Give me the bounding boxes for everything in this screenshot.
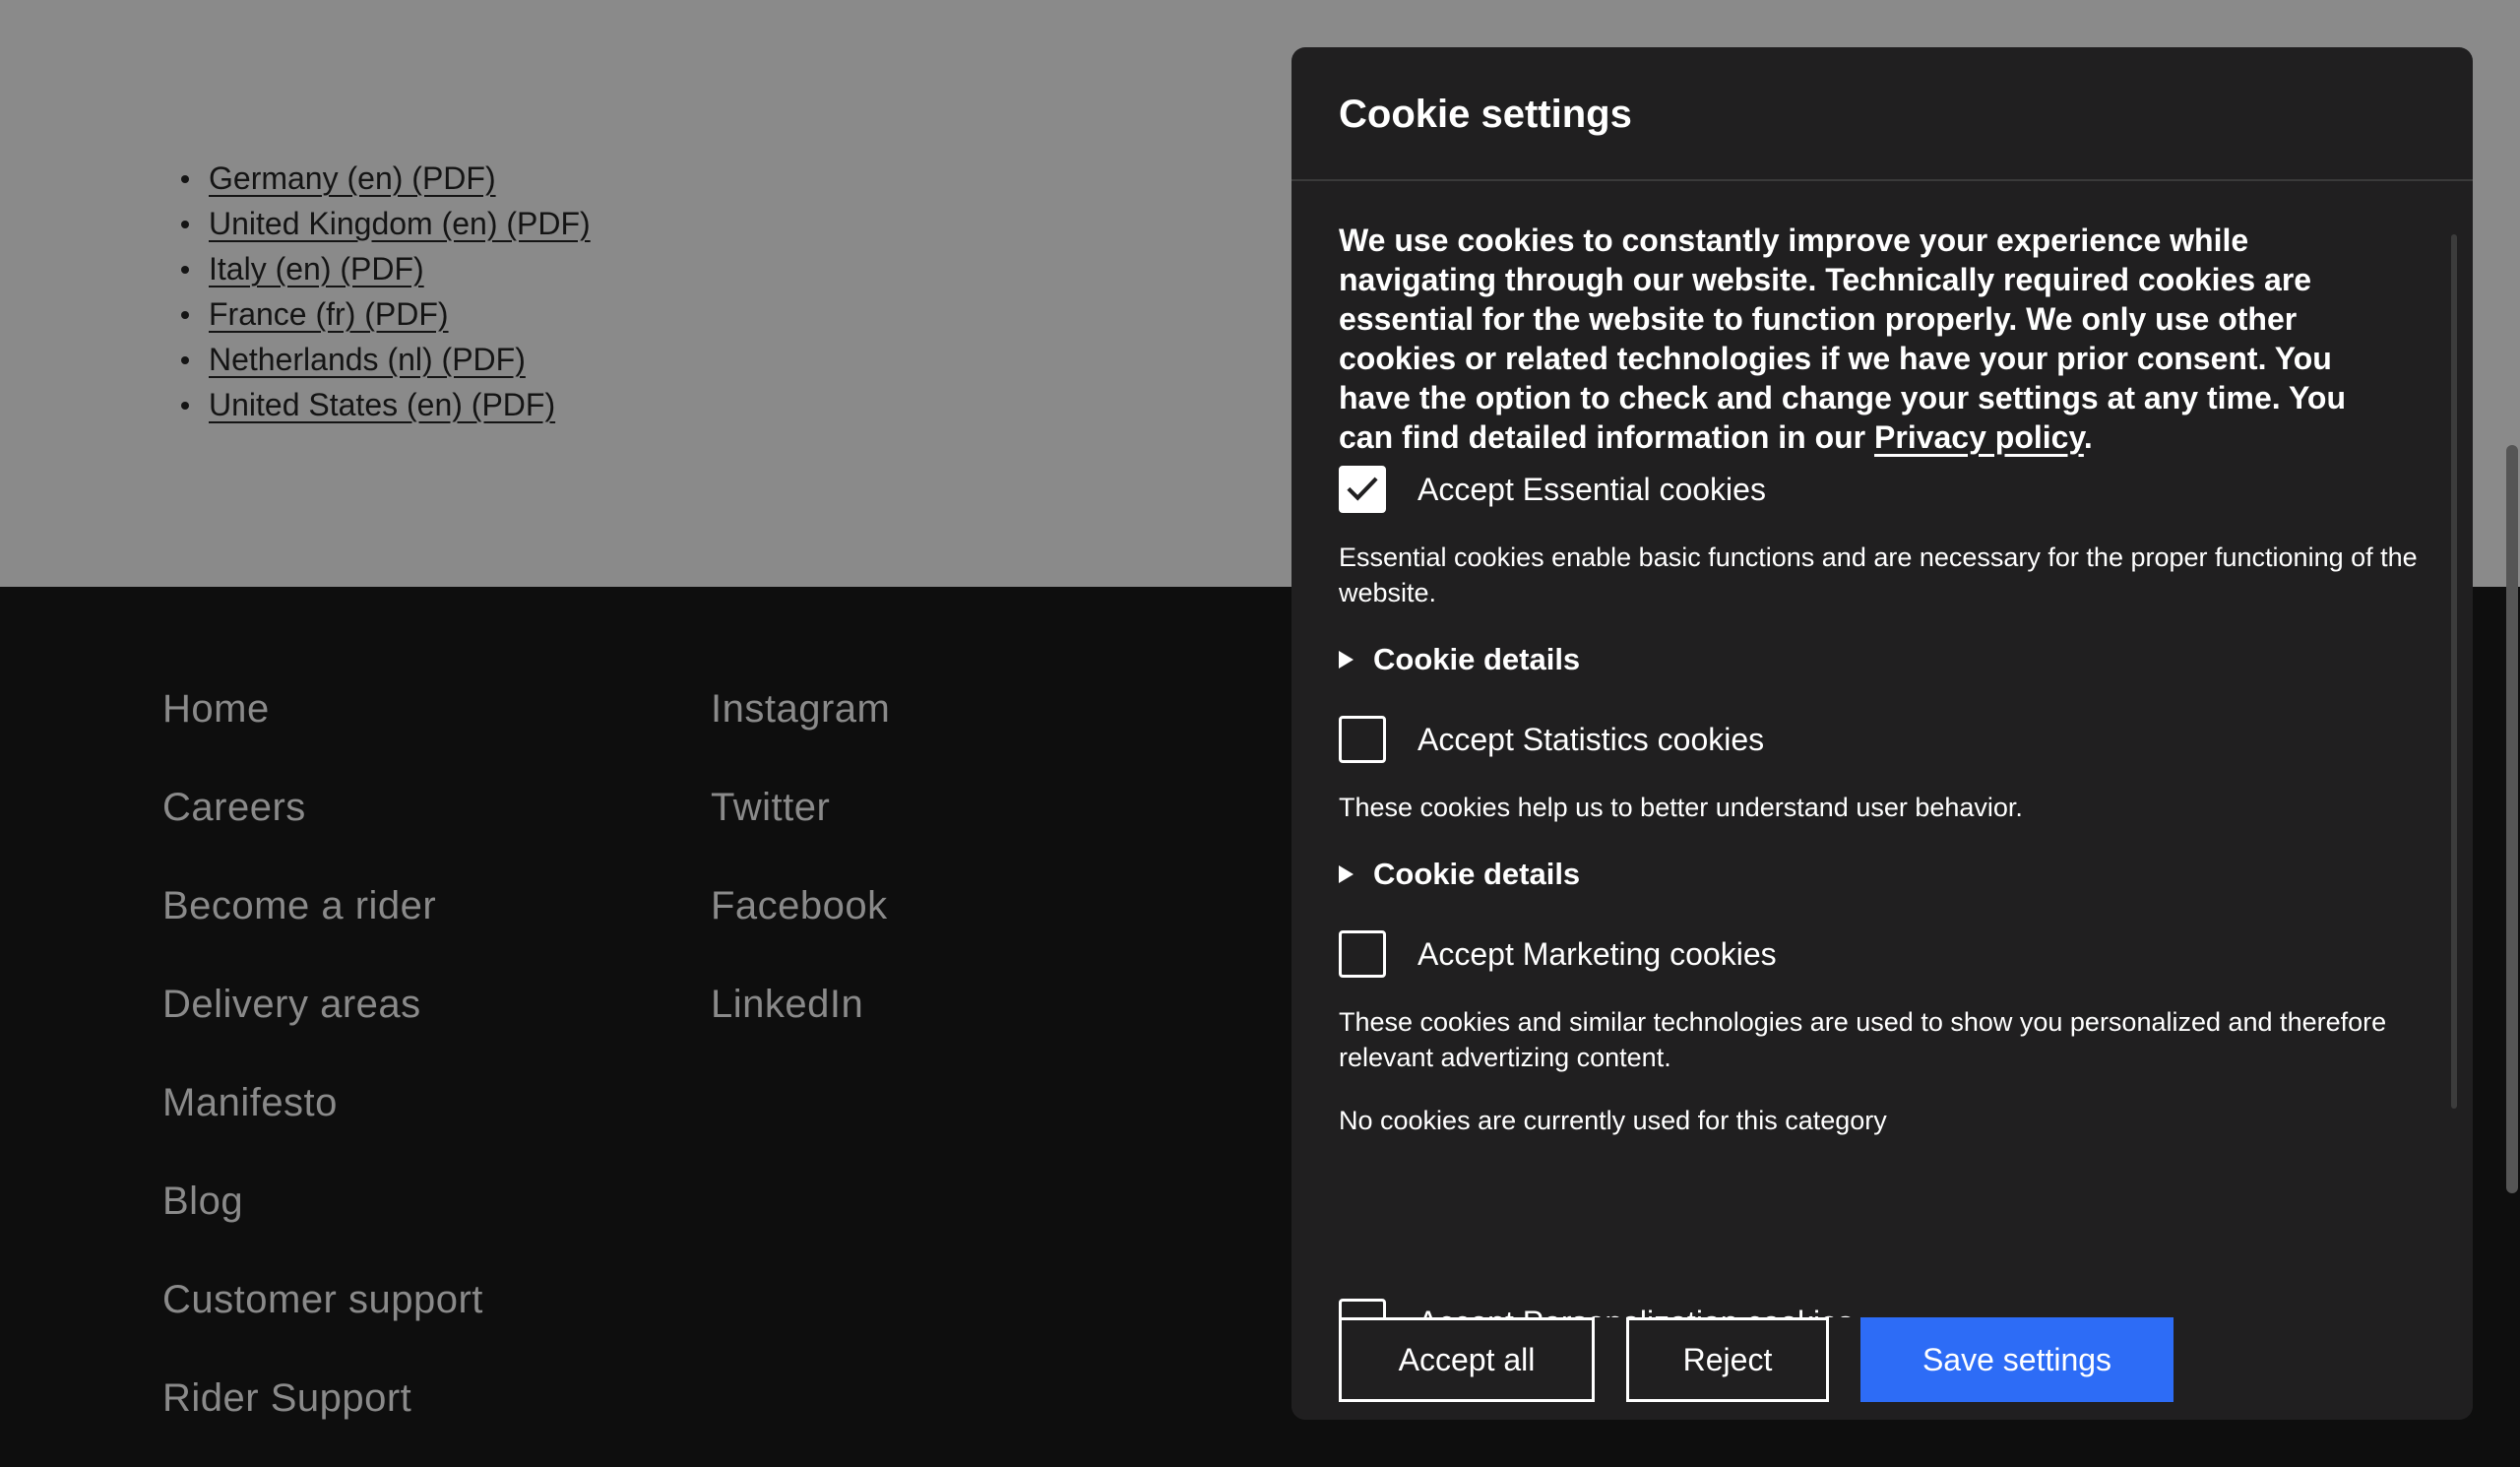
reject-button[interactable]: Reject [1626, 1317, 1829, 1402]
pdf-link-list: Germany (en) (PDF) United Kingdom (en) (… [181, 156, 591, 427]
marketing-cookies-section: Accept Marketing cookies These cookies a… [1339, 929, 2431, 1138]
intro-copy: We use cookies to constantly improve you… [1339, 223, 2347, 455]
footer-link-linkedin[interactable]: LinkedIn [711, 981, 890, 1079]
footer-link-home[interactable]: Home [162, 685, 483, 784]
footer-link-instagram[interactable]: Instagram [711, 685, 890, 784]
footer-link-blog[interactable]: Blog [162, 1178, 483, 1276]
list-item: United Kingdom (en) (PDF) [181, 201, 591, 246]
footer-link-facebook[interactable]: Facebook [711, 882, 890, 981]
dialog-footer: Accept all Reject Save settings [1292, 1317, 2473, 1420]
intro-text: We use cookies to constantly improve you… [1339, 221, 2402, 457]
personalization-clip: Accept Personalization cookies [1292, 1168, 2473, 1317]
footer-link-rider-support[interactable]: Rider Support [162, 1374, 483, 1467]
footer-link-delivery-areas[interactable]: Delivery areas [162, 981, 483, 1079]
pdf-link-italy[interactable]: Italy (en) (PDF) [209, 251, 424, 287]
footer-link-customer-support[interactable]: Customer support [162, 1276, 483, 1374]
intro-end: . [2083, 419, 2093, 455]
triangle-right-icon [1339, 651, 1354, 669]
cookie-details-label: Cookie details [1373, 642, 1581, 676]
marketing-cookies-note: No cookies are currently used for this c… [1339, 1106, 1887, 1135]
essential-cookie-details-toggle[interactable]: Cookie details [1339, 640, 2431, 679]
statistics-cookies-label: Accept Statistics cookies [1418, 722, 1765, 757]
pdf-link-united-states[interactable]: United States (en) (PDF) [209, 387, 555, 422]
dialog-title: Cookie settings [1339, 93, 1632, 136]
essential-cookies-checkbox[interactable] [1339, 466, 1386, 513]
statistics-cookies-section: Accept Statistics cookies These cookies … [1339, 715, 2431, 894]
list-item: France (fr) (PDF) [181, 291, 591, 337]
personalization-cookies-label: Accept Personalization cookies [1418, 1303, 1854, 1317]
marketing-cookies-label: Accept Marketing cookies [1418, 936, 1777, 972]
cookie-details-label: Cookie details [1373, 857, 1581, 891]
accept-all-button[interactable]: Accept all [1339, 1317, 1595, 1402]
footer-link-manifesto[interactable]: Manifesto [162, 1079, 483, 1178]
save-settings-button[interactable]: Save settings [1860, 1317, 2174, 1402]
footer-nav-column: Home Careers Become a rider Delivery are… [162, 685, 483, 1467]
statistics-cookies-checkbox[interactable] [1339, 716, 1386, 763]
list-item: Netherlands (nl) (PDF) [181, 337, 591, 382]
footer-link-become-rider[interactable]: Become a rider [162, 882, 483, 981]
footer-link-careers[interactable]: Careers [162, 784, 483, 882]
dialog-scrollbar[interactable] [2451, 234, 2457, 1109]
privacy-policy-link[interactable]: Privacy policy [1874, 419, 2084, 455]
statistics-cookie-details-toggle[interactable]: Cookie details [1339, 855, 2431, 894]
pdf-link-netherlands[interactable]: Netherlands (nl) (PDF) [209, 342, 526, 377]
footer-social-column: Instagram Twitter Facebook LinkedIn [711, 685, 890, 1079]
essential-cookies-row[interactable]: Accept Essential cookies [1339, 465, 2431, 514]
cookie-settings-dialog: Cookie settings We use cookies to consta… [1292, 47, 2473, 1420]
marketing-cookies-checkbox[interactable] [1339, 930, 1386, 978]
essential-cookies-section: Accept Essential cookies Essential cooki… [1339, 465, 2431, 679]
list-item: Germany (en) (PDF) [181, 156, 591, 201]
pdf-link-united-kingdom[interactable]: United Kingdom (en) (PDF) [209, 206, 591, 241]
marketing-cookies-row[interactable]: Accept Marketing cookies [1339, 929, 2431, 979]
pdf-link-germany[interactable]: Germany (en) (PDF) [209, 160, 496, 196]
personalization-cookies-section: Accept Personalization cookies [1339, 1298, 1854, 1317]
list-item: Italy (en) (PDF) [181, 246, 591, 291]
dialog-header: Cookie settings [1292, 47, 2473, 181]
essential-cookies-description: Essential cookies enable basic functions… [1339, 542, 2418, 607]
personalization-cookies-row[interactable]: Accept Personalization cookies [1339, 1298, 1854, 1317]
checkmark-icon [1347, 477, 1378, 501]
statistics-cookies-description: These cookies help us to better understa… [1339, 793, 2023, 822]
statistics-cookies-row[interactable]: Accept Statistics cookies [1339, 715, 2431, 764]
footer-link-twitter[interactable]: Twitter [711, 784, 890, 882]
personalization-cookies-checkbox[interactable] [1339, 1299, 1386, 1317]
triangle-right-icon [1339, 865, 1354, 883]
pdf-link-france[interactable]: France (fr) (PDF) [209, 296, 449, 332]
page-scrollbar[interactable] [2506, 445, 2518, 1193]
list-item: United States (en) (PDF) [181, 382, 591, 427]
marketing-cookies-description: These cookies and similar technologies a… [1339, 1007, 2387, 1072]
essential-cookies-label: Accept Essential cookies [1418, 472, 1766, 507]
